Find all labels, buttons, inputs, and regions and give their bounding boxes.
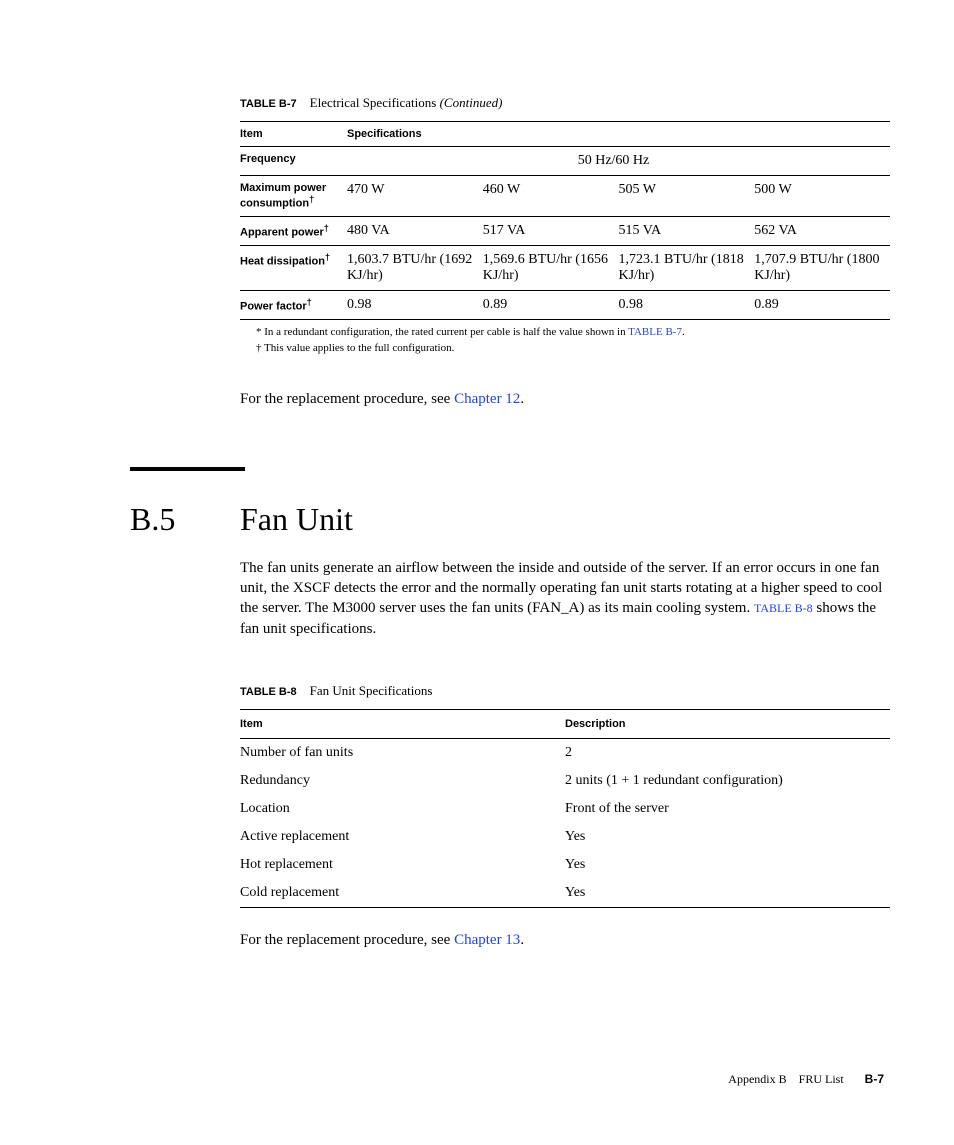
cell: 2 units (1 + 1 redundant configuration): [565, 767, 890, 795]
cell: Hot replacement: [240, 851, 565, 879]
section-heading: B.5Fan Unit: [130, 501, 884, 538]
cell: 0.89: [483, 290, 619, 319]
cell: Location: [240, 795, 565, 823]
cell: Cold replacement: [240, 879, 565, 908]
th-item2: Item: [240, 709, 565, 738]
section-number: B.5: [130, 501, 240, 538]
cell: Yes: [565, 879, 890, 908]
cell: Number of fan units: [240, 738, 565, 767]
footer-title: FRU List: [799, 1072, 844, 1086]
cell: 2: [565, 738, 890, 767]
table-b7-suffix: (Continued): [440, 95, 503, 110]
row-frequency-label: Frequency: [240, 147, 347, 176]
section-intro: The fan units generate an airflow betwee…: [240, 558, 884, 639]
footnote-star: * In a redundant configuration, the rate…: [256, 324, 884, 341]
link-table-b7[interactable]: TABLE B-7: [628, 326, 682, 338]
cell: 1,707.9 BTU/hr (1800 KJ/hr): [754, 245, 890, 290]
cell: 562 VA: [754, 216, 890, 245]
cell: 480 VA: [347, 216, 483, 245]
replacement-para-2: For the replacement procedure, see Chapt…: [240, 930, 884, 950]
section-title: Fan Unit: [240, 501, 353, 537]
cell: 1,569.6 BTU/hr (1656 KJ/hr): [483, 245, 619, 290]
link-table-b8[interactable]: TABLE B-8: [754, 601, 813, 615]
table-b7: Item Specifications Frequency 50 Hz/60 H…: [240, 121, 890, 320]
table-b7-footnotes: * In a redundant configuration, the rate…: [256, 324, 884, 357]
cell: 1,603.7 BTU/hr (1692 KJ/hr): [347, 245, 483, 290]
cell: 460 W: [483, 176, 619, 217]
table-b8-caption: TABLE B-8 Fan Unit Specifications: [240, 683, 884, 699]
footer-page: B-7: [865, 1072, 884, 1086]
replacement-para-1: For the replacement procedure, see Chapt…: [240, 389, 884, 409]
table-b8-title: Fan Unit Specifications: [310, 683, 433, 698]
row-maxpower-label: Maximum power consumption†: [240, 176, 347, 217]
cell: Yes: [565, 823, 890, 851]
th-spec: Specifications: [347, 122, 890, 147]
table-b7-label: TABLE B-7: [240, 98, 297, 110]
th-item: Item: [240, 122, 347, 147]
row-pf-label: Power factor†: [240, 290, 347, 319]
cell: 517 VA: [483, 216, 619, 245]
cell: Redundancy: [240, 767, 565, 795]
table-b7-caption: TABLE B-7 Electrical Specifications (Con…: [240, 95, 884, 111]
cell: 500 W: [754, 176, 890, 217]
cell: 505 W: [619, 176, 755, 217]
link-chapter-13[interactable]: Chapter 13: [454, 932, 520, 948]
row-apparent-label: Apparent power†: [240, 216, 347, 245]
footer-appendix: Appendix B: [728, 1072, 786, 1086]
cell: 0.98: [619, 290, 755, 319]
link-chapter-12[interactable]: Chapter 12: [454, 391, 520, 407]
table-b7-title: Electrical Specifications: [310, 95, 437, 110]
th-desc2: Description: [565, 709, 890, 738]
table-b8: Item Description Number of fan units2 Re…: [240, 709, 890, 908]
cell: 0.98: [347, 290, 483, 319]
section-rule: [130, 467, 245, 471]
cell: Active replacement: [240, 823, 565, 851]
cell: Front of the server: [565, 795, 890, 823]
cell: 1,723.1 BTU/hr (1818 KJ/hr): [619, 245, 755, 290]
cell: 470 W: [347, 176, 483, 217]
cell: 515 VA: [619, 216, 755, 245]
row-frequency-value: 50 Hz/60 Hz: [347, 147, 890, 176]
cell: 0.89: [754, 290, 890, 319]
footnote-dagger: † This value applies to the full configu…: [256, 340, 884, 357]
table-b8-label: TABLE B-8: [240, 686, 297, 698]
cell: Yes: [565, 851, 890, 879]
page-footer: Appendix B FRU List B-7: [728, 1072, 884, 1087]
row-heat-label: Heat dissipation†: [240, 245, 347, 290]
